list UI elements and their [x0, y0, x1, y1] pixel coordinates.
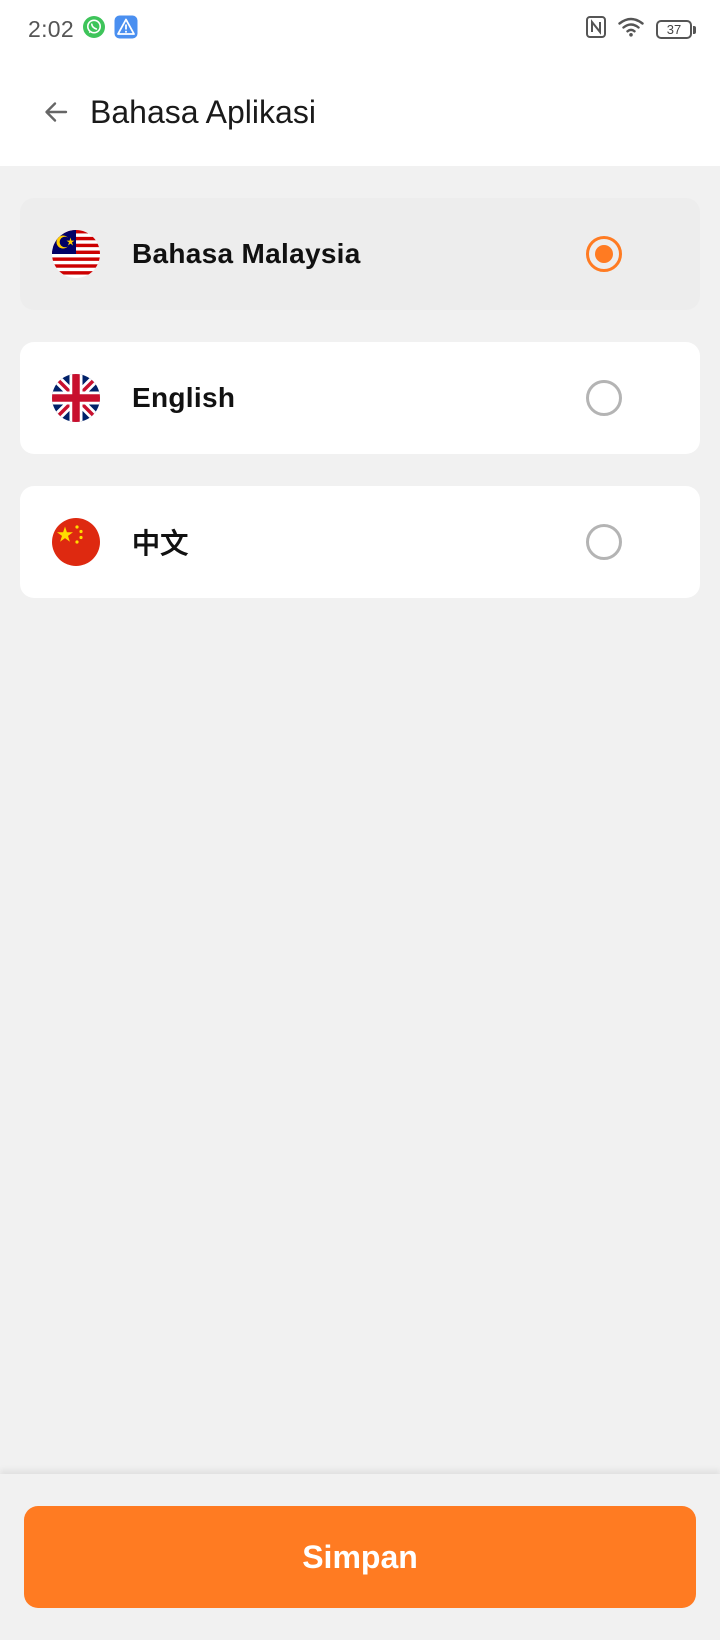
status-right: 37	[586, 15, 696, 43]
uk-flag-icon	[52, 374, 100, 422]
status-left: 2:02	[28, 15, 138, 44]
page-title: Bahasa Aplikasi	[90, 93, 316, 130]
language-option-english[interactable]: English	[20, 342, 700, 454]
language-label: 中文	[132, 527, 189, 560]
radio-button[interactable]	[586, 380, 622, 416]
language-label: English	[132, 382, 236, 413]
china-flag-icon	[52, 518, 100, 566]
status-bar: 2:02 37	[0, 0, 720, 58]
radio-button-selected[interactable]	[586, 236, 622, 272]
bottom-bar: Simpan	[0, 1474, 720, 1640]
alert-icon	[114, 15, 138, 44]
app-bar: Bahasa Aplikasi	[0, 58, 720, 166]
status-time: 2:02	[28, 15, 74, 42]
language-option-chinese[interactable]: 中文	[20, 486, 700, 598]
wifi-icon	[618, 17, 644, 42]
language-option-malay[interactable]: Bahasa Malaysia	[20, 198, 700, 310]
battery-icon: 37	[656, 19, 696, 39]
malaysia-flag-icon	[52, 230, 100, 278]
language-label: Bahasa Malaysia	[132, 238, 361, 269]
whatsapp-icon	[82, 15, 106, 44]
nfc-icon	[586, 15, 606, 43]
arrow-left-icon	[45, 102, 68, 122]
save-button[interactable]: Simpan	[24, 1506, 696, 1608]
back-button[interactable]	[28, 84, 84, 140]
radio-button[interactable]	[586, 524, 622, 560]
